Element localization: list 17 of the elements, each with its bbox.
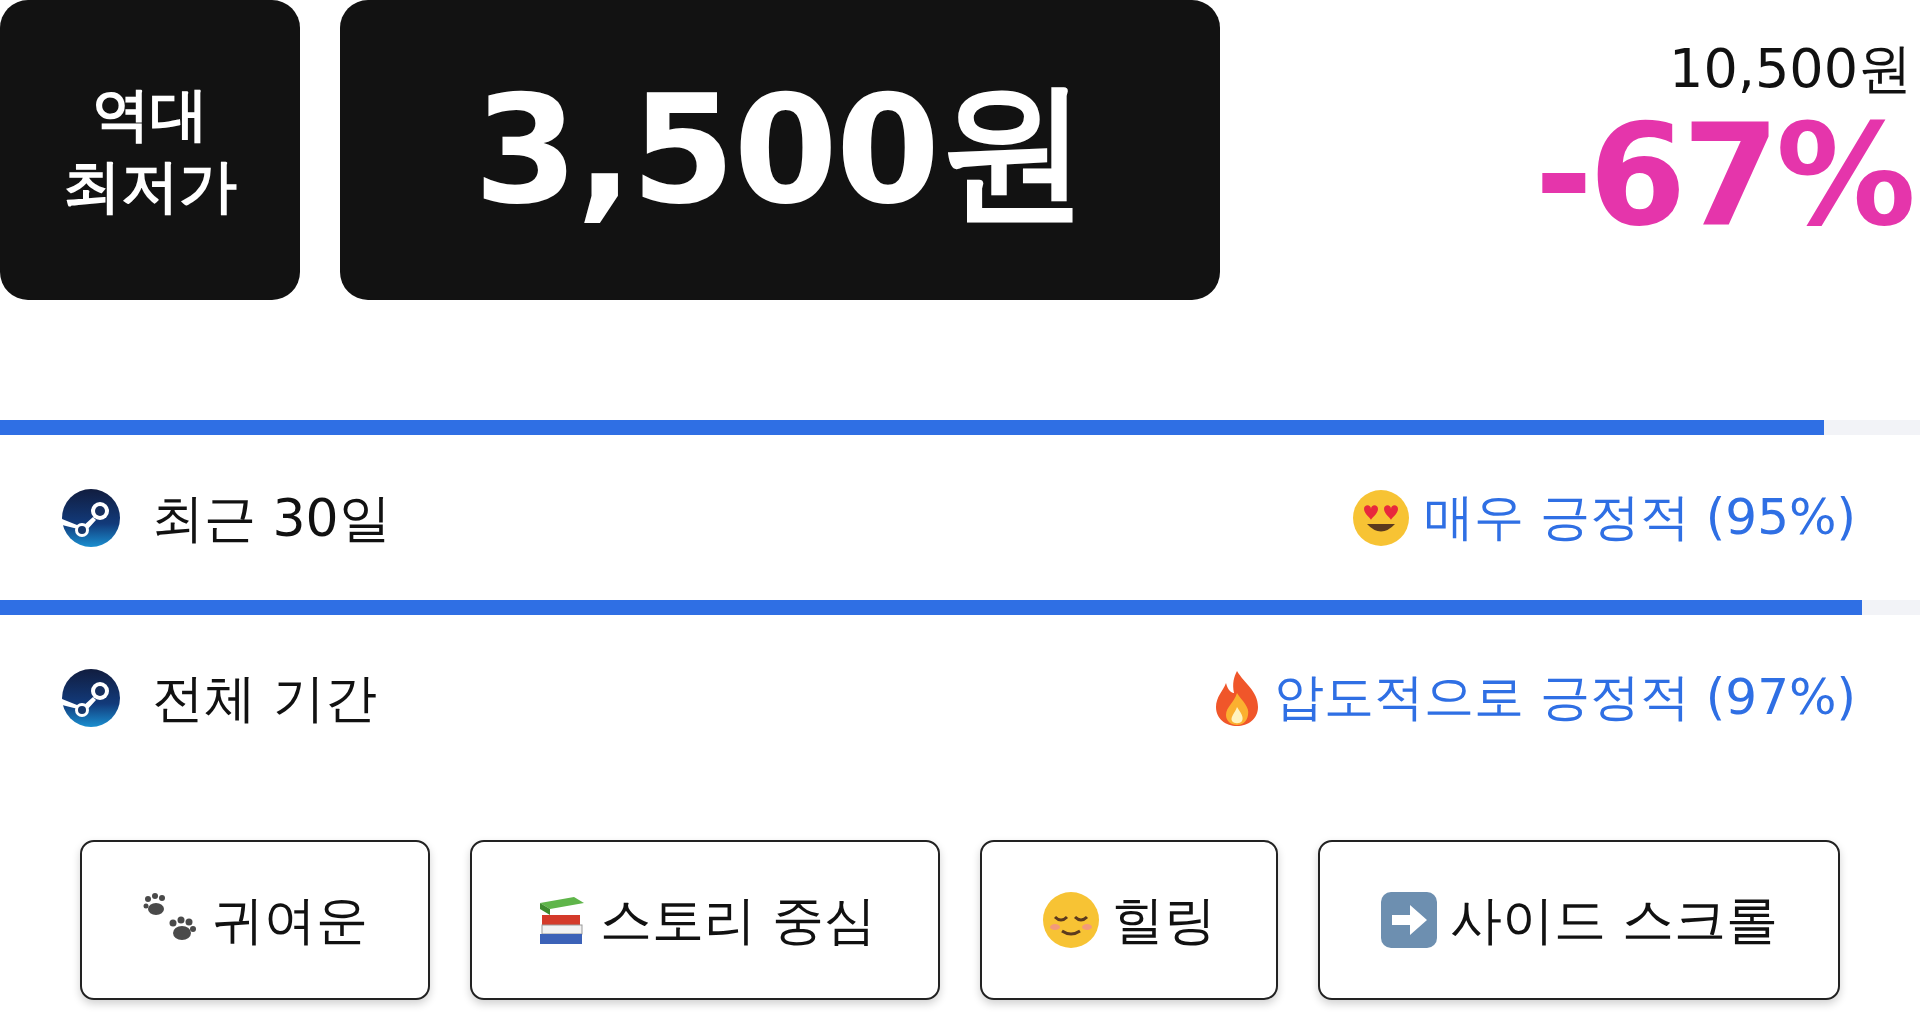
steam-icon: [62, 668, 120, 727]
steam-icon: [62, 488, 120, 547]
lowest-price: 3,500원: [473, 61, 1087, 239]
review-rating: 매우 긍정적 (95%): [1424, 487, 1856, 548]
relieved-face-icon: [1042, 891, 1100, 949]
review-rating: 압도적으로 긍정적 (97%): [1274, 667, 1856, 728]
review-period: 전체 기간: [152, 666, 377, 730]
tag-button[interactable]: 귀여운: [80, 840, 430, 1000]
original-price: 10,500원: [1669, 42, 1912, 96]
badge-label-line: 최저가: [63, 151, 237, 222]
review-period: 최근 30일: [152, 486, 391, 550]
tag-button[interactable]: 사이드 스크롤: [1318, 840, 1840, 1000]
discount-percent: -67%: [1534, 106, 1912, 246]
heart-eyes-face-icon: [1352, 488, 1411, 547]
tag-button[interactable]: 힐링: [980, 840, 1278, 1000]
tag-button[interactable]: 스토리 중심: [470, 840, 940, 1000]
badge-label-line: 역대: [91, 78, 209, 150]
